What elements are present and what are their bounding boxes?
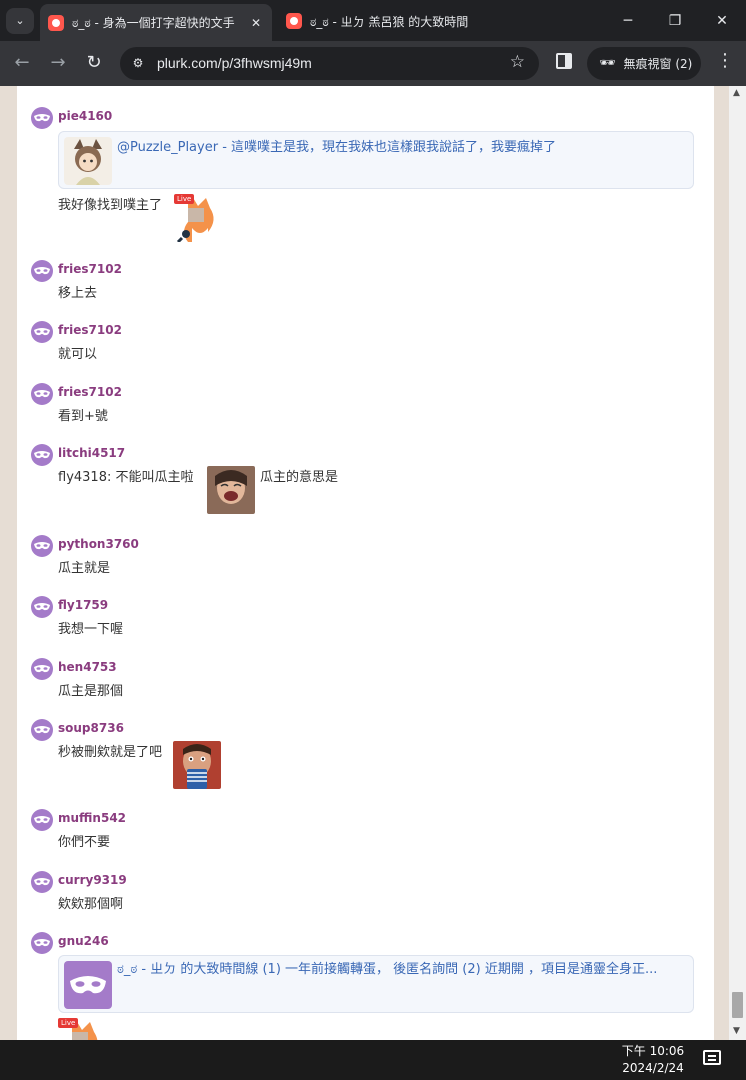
url-text[interactable]: plurk.com/p/3fhwsmj49m xyxy=(157,55,312,71)
cat-girl-avatar-icon xyxy=(64,137,112,185)
anonymous-mask-icon xyxy=(31,809,53,831)
username[interactable]: python3760 xyxy=(58,537,139,551)
live-badge: Live xyxy=(58,1018,79,1028)
username[interactable]: hen4753 xyxy=(58,660,117,674)
minimize-button[interactable]: ─ xyxy=(605,8,651,34)
scroll-down-arrow-icon[interactable]: ▼ xyxy=(733,1026,740,1036)
username[interactable]: gnu246 xyxy=(58,934,109,948)
tab-close-icon[interactable]: ✕ xyxy=(248,16,264,30)
scroll-up-arrow-icon[interactable]: ▲ xyxy=(733,88,740,98)
system-clock[interactable]: 下午 10:06 2024/2/24 xyxy=(608,1043,698,1077)
windows-taskbar: 下午 10:06 2024/2/24 xyxy=(0,1040,746,1080)
fox-live-emoji: Live xyxy=(58,1018,106,1040)
response-text: 就可以 xyxy=(58,347,98,362)
anonymous-mask-thumbnail-icon xyxy=(64,961,112,1009)
anonymous-mask-icon xyxy=(31,383,53,405)
tab-inactive[interactable]: ಠ_ಠ - ㄓㄉ 羔呂狼 的大致時間 xyxy=(278,5,478,37)
site-info-icon[interactable]: ⚙ xyxy=(130,55,146,71)
fox-live-emoji: Live xyxy=(174,194,222,244)
plurk-favicon-icon xyxy=(286,13,302,29)
response-text: 我想一下喔 xyxy=(58,622,124,637)
response-text: 秒被刪欸就是了吧 xyxy=(58,745,163,760)
username[interactable]: fries7102 xyxy=(58,262,122,276)
live-badge: Live xyxy=(174,194,195,204)
plurk-quote-card[interactable]: ಠ_ಠ - ㄓㄉ 的大致時間線 (1) 一年前接觸轉蛋， 後匿名詢問 (2) 近… xyxy=(58,955,694,1013)
anonymous-mask-icon xyxy=(31,719,53,741)
username[interactable]: litchi4517 xyxy=(58,446,125,460)
incognito-icon: 🕶 xyxy=(599,56,616,71)
anonymous-mask-icon xyxy=(31,932,53,954)
scrollbar-thumb[interactable] xyxy=(732,992,743,1018)
username[interactable]: fries7102 xyxy=(58,385,122,399)
tab-title: ಠ_ಠ - ㄓㄉ 羔呂狼 的大致時間 xyxy=(310,14,469,29)
quote-text[interactable]: @Puzzle_Player - 這噗噗主是我，現在我妹也這樣跟我說話了，我要瘋… xyxy=(117,138,677,158)
page-viewport: pie4160 @Puzzle_Player - 這噗噗主是我，現在我妹也這樣跟… xyxy=(0,86,746,1040)
forward-button[interactable]: → xyxy=(44,49,72,77)
username[interactable]: fly1759 xyxy=(58,598,108,612)
response-text: 欸欸那個啊 xyxy=(58,897,124,912)
kebab-menu-icon[interactable]: ⋮ xyxy=(716,50,734,71)
response-text: 瓜主就是 xyxy=(58,561,111,576)
browser-toolbar: ← → ↻ ⚙ plurk.com/p/3fhwsmj49m ☆ 🕶 無痕視窗 … xyxy=(0,41,746,86)
response-text: 移上去 xyxy=(58,286,98,301)
anonymous-mask-icon xyxy=(31,260,53,282)
anonymous-mask-icon xyxy=(31,107,53,129)
close-window-button[interactable]: ✕ xyxy=(699,8,745,34)
plurk-response-list: pie4160 @Puzzle_Player - 這噗噗主是我，現在我妹也這樣跟… xyxy=(17,86,714,1040)
response-text: 瓜主是那個 xyxy=(58,684,124,699)
laughing-photo[interactable] xyxy=(207,466,255,514)
username[interactable]: muffin542 xyxy=(58,811,126,825)
response-text-continued: 瓜主的意思是 xyxy=(260,470,339,485)
address-bar[interactable]: ⚙ plurk.com/p/3fhwsmj49m ☆ xyxy=(120,47,539,80)
bookmark-star-icon[interactable]: ☆ xyxy=(510,52,525,72)
tab-active[interactable]: ಠ_ಠ - 身為一個打字超快的文手 ✕ xyxy=(40,4,272,41)
tab-title: ಠ_ಠ - 身為一個打字超快的文手 xyxy=(72,16,235,30)
anonymous-mask-icon xyxy=(31,535,53,557)
username[interactable]: fries7102 xyxy=(58,323,122,337)
anonymous-mask-icon xyxy=(31,321,53,343)
restore-button[interactable]: ❐ xyxy=(652,8,698,34)
plurk-quote-card[interactable]: @Puzzle_Player - 這噗噗主是我，現在我妹也這樣跟我說話了，我要瘋… xyxy=(58,131,694,189)
response-text: 我好像找到噗主了 xyxy=(58,198,163,213)
plurk-favicon-icon xyxy=(48,14,64,31)
tab-search-button[interactable]: ⌄ xyxy=(6,8,34,34)
response-text: 你們不要 xyxy=(58,835,111,850)
username[interactable]: soup8736 xyxy=(58,721,124,735)
tab-strip: ⌄ ಠ_ಠ - 身為一個打字超快的文手 ✕ ಠ_ಠ - ㄓㄉ 羔呂狼 的大致時間… xyxy=(0,0,746,41)
anonymous-mask-icon xyxy=(31,596,53,618)
drinking-photo[interactable] xyxy=(173,741,221,789)
vertical-scrollbar[interactable]: ▲ ▼ xyxy=(729,86,746,1040)
username[interactable]: curry9319 xyxy=(58,873,127,887)
incognito-indicator[interactable]: 🕶 無痕視窗 (2) xyxy=(587,47,701,80)
incognito-label: 無痕視窗 (2) xyxy=(623,57,693,71)
response-text: 看到+號 xyxy=(58,409,108,424)
quote-text[interactable]: ಠ_ಠ - ㄓㄉ 的大致時間線 (1) 一年前接觸轉蛋， 後匿名詢問 (2) 近… xyxy=(117,960,677,980)
username[interactable]: pie4160 xyxy=(58,109,112,123)
anonymous-mask-icon xyxy=(31,871,53,893)
back-button[interactable]: ← xyxy=(8,49,36,77)
response-text: fly4318: 不能叫瓜主啦 xyxy=(58,470,194,485)
anonymous-mask-icon xyxy=(31,658,53,680)
notification-center-icon[interactable] xyxy=(703,1050,721,1065)
clock-date: 2024/2/24 xyxy=(622,1061,684,1075)
side-panel-icon[interactable] xyxy=(556,53,572,69)
reload-button[interactable]: ↻ xyxy=(80,49,108,77)
anonymous-mask-icon xyxy=(31,444,53,466)
clock-time: 下午 10:06 xyxy=(621,1044,685,1058)
